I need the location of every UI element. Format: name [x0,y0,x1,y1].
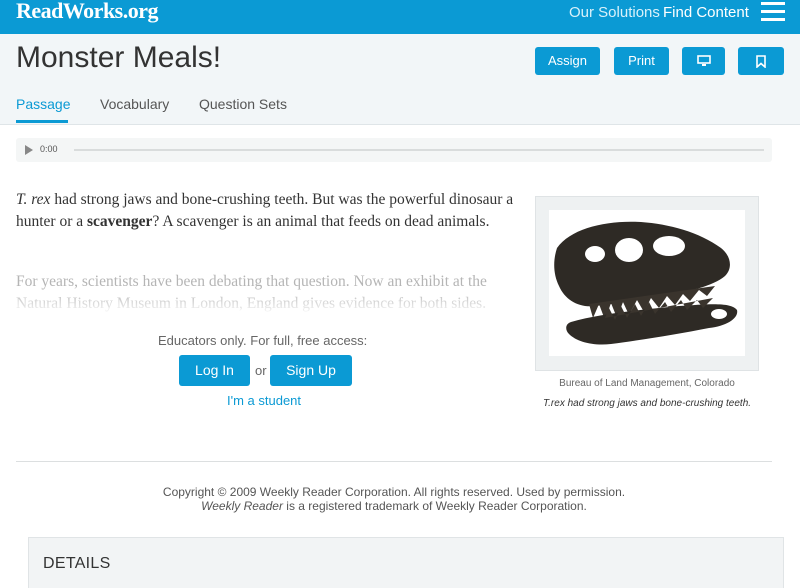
active-tab-indicator [16,120,68,123]
details-panel: DETAILS [28,537,784,588]
divider [16,461,772,462]
passage-figure [535,196,759,371]
page-title: Monster Meals! [16,41,222,74]
passage-paragraph-1: T. rex had strong jaws and bone-crushing… [16,189,516,233]
readworks-logo[interactable]: ReadWorks.org [16,0,159,24]
passage-text: ? A scavenger is an animal that feeds on… [152,213,490,230]
passage-italic-term: T. rex [16,191,51,208]
access-prompt: Educators only. For full, free access: [158,333,368,348]
copyright-notice: Copyright © 2009 Weekly Reader Corporati… [162,485,626,499]
vocab-term[interactable]: scavenger [87,213,152,230]
or-label: or [255,363,267,378]
log-in-button[interactable]: Log In [179,355,250,386]
print-button[interactable]: Print [614,47,669,75]
sign-up-button[interactable]: Sign Up [270,355,352,386]
bookmark-button[interactable] [738,47,784,75]
projector-button[interactable] [682,47,725,75]
assign-button[interactable]: Assign [535,47,600,75]
passage-fade-overlay [16,290,516,316]
top-navbar: ReadWorks.org Our Solutions Find Content [0,0,800,34]
student-link[interactable]: I'm a student [227,393,301,408]
trex-skull-image [549,210,745,356]
audio-player: 0:00 [16,138,772,162]
monitor-icon [696,55,711,66]
image-credit: Bureau of Land Management, Colorado [559,378,735,389]
trademark-text: is a registered trademark of Weekly Read… [282,499,587,513]
tab-question-sets[interactable]: Question Sets [199,96,287,112]
trademark-notice: Weekly Reader is a registered trademark … [0,499,788,513]
tab-vocabulary[interactable]: Vocabulary [100,96,169,112]
image-caption: T.rex had strong jaws and bone-crushing … [542,398,752,409]
page-header: Monster Meals! Assign Print Passage Voca… [0,34,800,125]
menu-icon[interactable] [761,2,785,22]
tab-passage[interactable]: Passage [16,96,70,112]
audio-time: 0:00 [40,144,58,154]
details-title: DETAILS [43,555,111,572]
audio-progress-track[interactable] [74,149,764,151]
trademark-name: Weekly Reader [201,499,283,513]
play-icon[interactable] [25,145,33,155]
nav-find-content[interactable]: Find Content [663,4,749,21]
nav-our-solutions[interactable]: Our Solutions [569,4,660,21]
bookmark-icon [756,55,766,69]
